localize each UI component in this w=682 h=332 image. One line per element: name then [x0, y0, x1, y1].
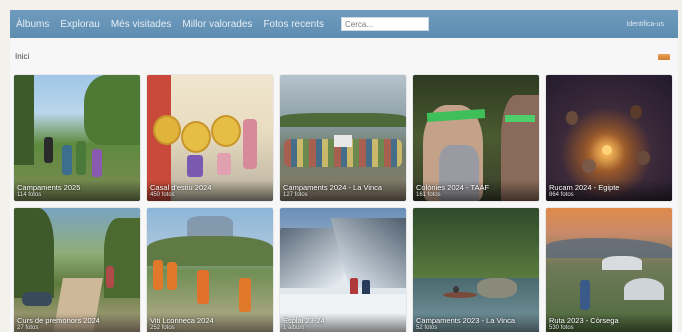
nav-explore[interactable]: Explorau — [60, 19, 99, 30]
nav-top-rated[interactable]: Millor valorades — [182, 19, 252, 30]
album-caption: Colònies 2024 - TAAF 161 fotos — [413, 180, 539, 201]
album-count: 864 fotos — [549, 192, 574, 198]
nav-most-visited[interactable]: Més visitades — [111, 19, 172, 30]
album-card[interactable]: Campaments 2024 - La Vinca 127 fotos — [280, 75, 406, 201]
album-caption: Casal d'estiu 2024 450 fotos — [147, 180, 273, 201]
album-card[interactable]: Viti Lconneca 2024 252 fotos — [147, 208, 273, 332]
album-card[interactable]: Rucam 2024 - Egipte 864 fotos — [546, 75, 672, 201]
album-count: 52 fotos — [416, 325, 438, 331]
album-card[interactable]: Esplai 23-24 1 àlbum — [280, 208, 406, 332]
album-title: Casal d'estiu 2024 — [150, 183, 212, 192]
login-link[interactable]: Identifica-us — [626, 21, 664, 28]
album-title: Campaments 2023 - La Vinca — [416, 316, 516, 325]
album-card[interactable]: Ruta 2023 - Còrsega 530 fotos — [546, 208, 672, 332]
album-count: 114 fotos — [17, 192, 42, 198]
album-caption: Campaments 2025 114 fotos — [14, 180, 140, 201]
album-card[interactable]: Colònies 2024 - TAAF 161 fotos — [413, 75, 539, 201]
album-title: Rucam 2024 - Egipte — [549, 183, 620, 192]
album-caption: Esplai 23-24 1 àlbum — [280, 313, 406, 332]
app-window: Àlbums Explorau Més visitades Millor val… — [10, 10, 678, 332]
album-title: Colònies 2024 - TAAF — [416, 183, 490, 192]
album-card[interactable]: Campaments 2023 - La Vinca 52 fotos — [413, 208, 539, 332]
album-caption: Curs de premonors 2024 27 fotos — [14, 313, 140, 332]
album-title: Campaments 2024 - La Vinca — [283, 183, 383, 192]
album-title: Campaments 2025 — [17, 183, 81, 192]
breadcrumb-bar: Inici — [10, 38, 678, 75]
album-title: Viti Lconneca 2024 — [150, 316, 214, 325]
nav-recent-photos[interactable]: Fotos recents — [263, 19, 324, 30]
rss-icon[interactable] — [658, 53, 670, 60]
album-card[interactable]: Campaments 2025 114 fotos — [14, 75, 140, 201]
nav-albums[interactable]: Àlbums — [16, 19, 49, 30]
album-title: Esplai 23-24 — [283, 316, 325, 325]
album-caption: Campaments 2023 - La Vinca 52 fotos — [413, 313, 539, 332]
search-input[interactable] — [341, 17, 430, 31]
album-count: 27 fotos — [17, 325, 39, 331]
album-count: 530 fotos — [549, 325, 574, 331]
album-caption: Rucam 2024 - Egipte 864 fotos — [546, 180, 672, 201]
album-count: 161 fotos — [416, 192, 441, 198]
album-caption: Viti Lconneca 2024 252 fotos — [147, 313, 273, 332]
album-count: 1 àlbum — [283, 325, 305, 331]
album-title: Ruta 2023 - Còrsega — [549, 316, 619, 325]
album-card[interactable]: Casal d'estiu 2024 450 fotos — [147, 75, 273, 201]
album-caption: Campaments 2024 - La Vinca 127 fotos — [280, 180, 406, 201]
album-card[interactable]: Curs de premonors 2024 27 fotos — [14, 208, 140, 332]
album-title: Curs de premonors 2024 — [17, 316, 100, 325]
album-caption: Ruta 2023 - Còrsega 530 fotos — [546, 313, 672, 332]
top-navbar: Àlbums Explorau Més visitades Millor val… — [10, 10, 678, 38]
breadcrumb-home[interactable]: Inici — [15, 52, 29, 61]
album-count: 127 fotos — [283, 192, 308, 198]
album-grid: Campaments 2025 114 fotos Casal d'estiu … — [14, 75, 672, 332]
album-count: 450 fotos — [150, 192, 175, 198]
album-count: 252 fotos — [150, 325, 175, 331]
